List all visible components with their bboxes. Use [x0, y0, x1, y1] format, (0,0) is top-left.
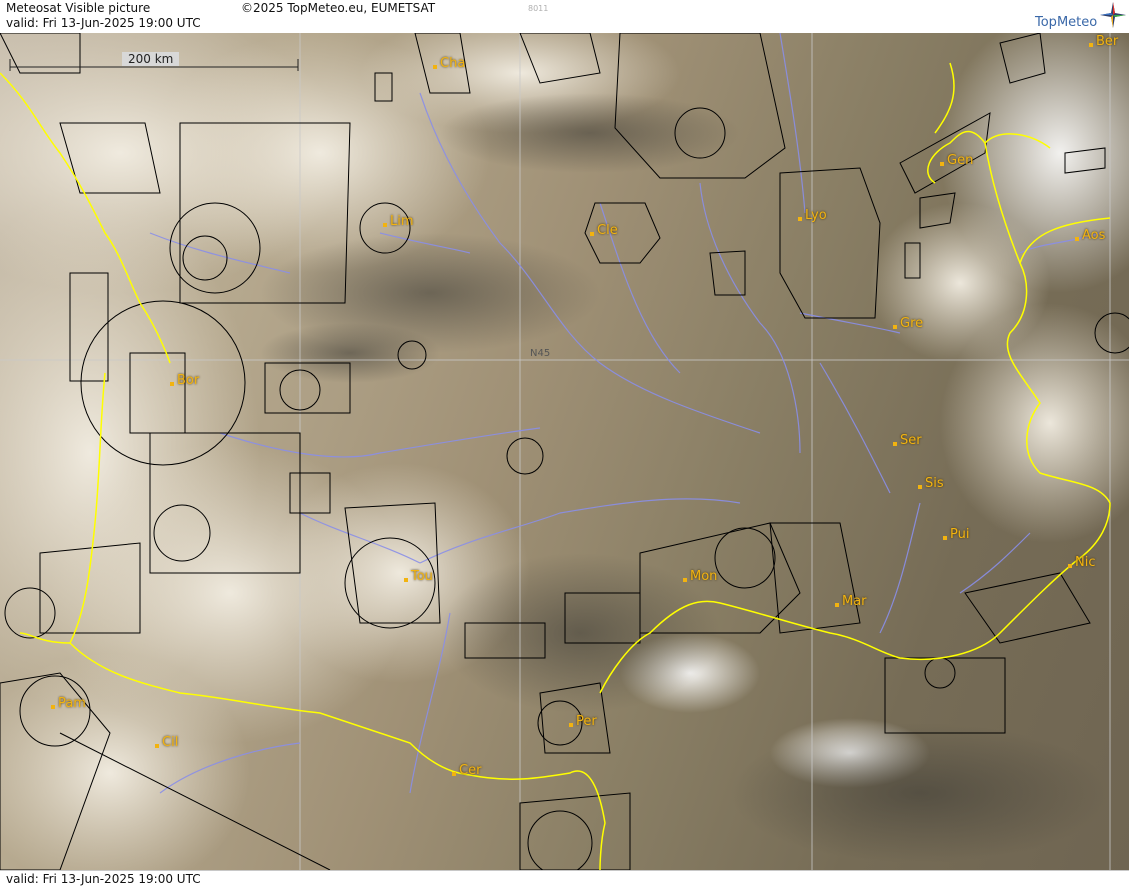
brand-logo-text[interactable]: TopMeteo	[1035, 15, 1097, 30]
city-marker[interactable]: Cil	[155, 735, 179, 750]
city-marker[interactable]: Sis	[918, 476, 944, 491]
scale-bar-label: 200 km	[122, 52, 180, 66]
city-label: Cil	[162, 735, 179, 750]
footer-bar: valid: Fri 13-Jun-2025 19:00 UTC	[0, 870, 1129, 888]
city-label: Sis	[925, 476, 944, 491]
city-label: Per	[576, 714, 597, 729]
city-label: Aos	[1082, 228, 1106, 243]
city-marker[interactable]: Gen	[940, 153, 974, 168]
city-marker[interactable]: Cha	[433, 56, 466, 71]
city-marker[interactable]: Ber	[1089, 34, 1119, 49]
city-label: Bor	[177, 373, 200, 388]
header-bar: Meteosat Visible picture ©2025 TopMeteo.…	[0, 0, 1129, 34]
city-label: Ser	[900, 433, 922, 448]
satellite-map[interactable]: 200 km N45 Cha Ber Gen Lim Cle Lyo Aos G…	[0, 33, 1129, 870]
city-marker[interactable]: Aos	[1075, 228, 1106, 243]
city-marker[interactable]: Mar	[835, 594, 867, 609]
city-label: Nic	[1075, 555, 1096, 570]
city-marker[interactable]: Cle	[590, 223, 618, 238]
city-label: Cle	[597, 223, 618, 238]
city-marker[interactable]: Gre	[893, 316, 924, 331]
city-label: Mon	[690, 569, 718, 584]
city-label: Tou	[411, 569, 433, 584]
city-marker[interactable]: Pui	[943, 527, 970, 542]
compass-star-icon	[1100, 2, 1126, 28]
city-label: Ber	[1096, 34, 1119, 49]
city-marker[interactable]: Nic	[1068, 555, 1096, 570]
city-label: Lyo	[805, 208, 827, 223]
city-label: Gre	[900, 316, 924, 331]
city-label: Cha	[440, 56, 466, 71]
city-label: Pui	[950, 527, 970, 542]
city-marker[interactable]: Lim	[383, 214, 414, 229]
product-title: Meteosat Visible picture	[6, 1, 151, 15]
city-marker[interactable]: Bor	[170, 373, 200, 388]
city-marker[interactable]: Ser	[893, 433, 922, 448]
valid-time: valid: Fri 13-Jun-2025 19:00 UTC	[6, 16, 201, 30]
image-code: 8011	[528, 4, 549, 13]
city-label: Cer	[459, 763, 482, 778]
city-marker[interactable]: Mon	[683, 569, 718, 584]
city-label: Pam	[58, 696, 86, 711]
city-marker[interactable]: Lyo	[798, 208, 827, 223]
city-marker[interactable]: Cer	[452, 763, 482, 778]
latitude-label: N45	[530, 348, 551, 359]
city-marker[interactable]: Tou	[404, 569, 433, 584]
copyright-text: ©2025 TopMeteo.eu, EUMETSAT	[241, 1, 436, 15]
city-label: Gen	[947, 153, 974, 168]
valid-time-footer: valid: Fri 13-Jun-2025 19:00 UTC	[6, 872, 201, 886]
city-marker[interactable]: Pam	[51, 696, 86, 711]
city-label: Mar	[842, 594, 867, 609]
city-label: Lim	[390, 214, 414, 229]
city-marker[interactable]: Per	[569, 714, 597, 729]
